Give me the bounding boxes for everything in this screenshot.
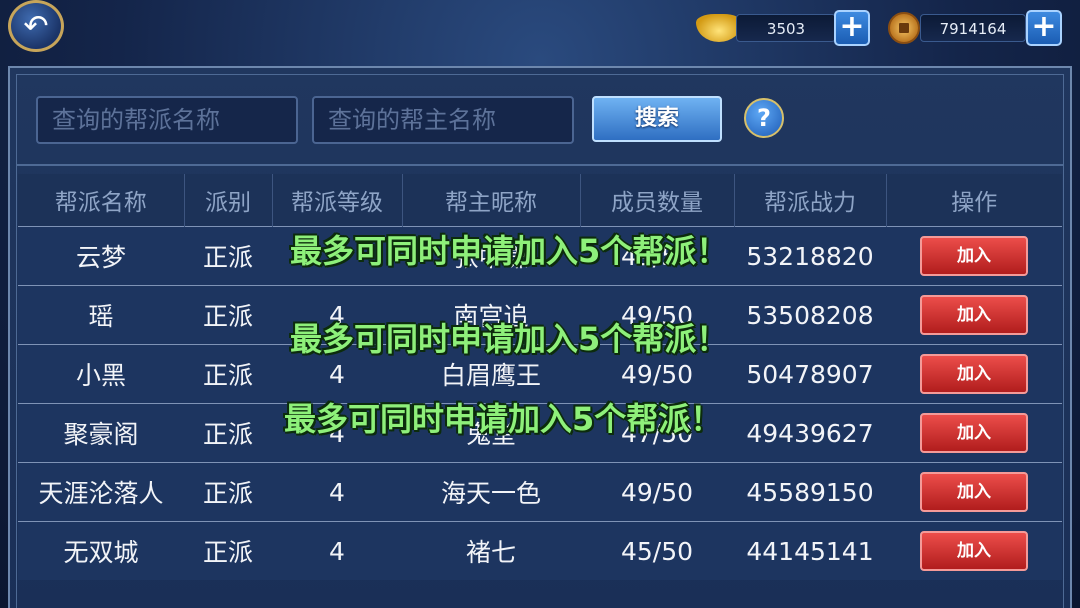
toast-message: 最多可同时申请加入5个帮派！ xyxy=(290,320,729,358)
header-leader: 帮主昵称 xyxy=(401,174,580,227)
header-level: 帮派等级 xyxy=(271,174,402,227)
join-button[interactable]: 加入 xyxy=(920,295,1028,335)
faction: 正派 xyxy=(184,226,272,286)
join-button[interactable]: 加入 xyxy=(920,472,1028,512)
add-ingot-button[interactable]: + xyxy=(834,10,870,46)
faction: 正派 xyxy=(184,521,272,580)
header-power: 帮派战力 xyxy=(733,174,886,227)
join-button[interactable]: 加入 xyxy=(920,413,1028,453)
guild-name: 天涯沦落人 xyxy=(18,462,184,522)
help-button[interactable]: ? xyxy=(744,98,784,138)
faction: 正派 xyxy=(184,285,272,345)
search-button[interactable]: 搜索 xyxy=(592,96,722,142)
faction: 正派 xyxy=(184,344,272,404)
faction: 正派 xyxy=(184,462,272,522)
ingot-currency: 3503 + xyxy=(696,10,872,46)
guild-name: 小黑 xyxy=(18,344,184,404)
guild-power: 44145141 xyxy=(734,521,886,580)
leader-name-search-input[interactable]: 查询的帮主名称 xyxy=(312,96,574,144)
header-members: 成员数量 xyxy=(579,174,734,227)
leader-name: 海天一色 xyxy=(402,462,580,522)
header-action: 操作 xyxy=(885,174,1062,227)
divider xyxy=(16,164,1064,166)
toast-message: 最多可同时申请加入5个帮派！ xyxy=(284,400,723,438)
guild-name: 云梦 xyxy=(18,226,184,286)
leader-name: 褚七 xyxy=(402,521,580,580)
table-row: 天涯沦落人 正派 4 海天一色 49/50 45589150 加入 xyxy=(18,462,1062,522)
header-faction: 派别 xyxy=(183,174,272,227)
level: 4 xyxy=(272,462,402,522)
back-button[interactable]: ↶ xyxy=(8,0,64,52)
guild-power: 53218820 xyxy=(734,226,886,286)
add-coin-button[interactable]: + xyxy=(1026,10,1062,46)
guild-name: 瑶 xyxy=(18,285,184,345)
guild-name: 聚豪阁 xyxy=(18,403,184,463)
coin-amount: 7914164 xyxy=(920,14,1026,42)
level: 4 xyxy=(272,521,402,580)
guild-power: 53508208 xyxy=(734,285,886,345)
guild-power: 50478907 xyxy=(734,344,886,404)
faction: 正派 xyxy=(184,403,272,463)
guild-power: 45589150 xyxy=(734,462,886,522)
coin-currency: 7914164 + xyxy=(888,10,1064,46)
header-guild-name: 帮派名称 xyxy=(18,174,184,227)
join-button[interactable]: 加入 xyxy=(920,354,1028,394)
table-row: 无双城 正派 4 褚七 45/50 44145141 加入 xyxy=(18,521,1062,580)
member-count: 49/50 xyxy=(580,462,734,522)
copper-coin-icon xyxy=(888,12,920,44)
guild-power: 49439627 xyxy=(734,403,886,463)
join-button[interactable]: 加入 xyxy=(920,236,1028,276)
guild-name: 无双城 xyxy=(18,521,184,580)
back-arrow-icon: ↶ xyxy=(23,8,49,44)
toast-message: 最多可同时申请加入5个帮派！ xyxy=(290,232,729,270)
member-count: 45/50 xyxy=(580,521,734,580)
ingot-amount: 3503 xyxy=(736,14,836,42)
table-header-row: 帮派名称 派别 帮派等级 帮主昵称 成员数量 帮派战力 操作 xyxy=(18,174,1062,227)
join-button[interactable]: 加入 xyxy=(920,531,1028,571)
guild-name-search-input[interactable]: 查询的帮派名称 xyxy=(36,96,298,144)
